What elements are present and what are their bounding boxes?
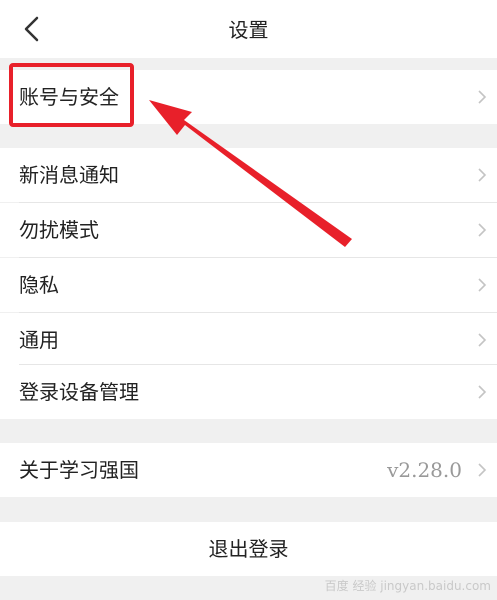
watermark-text: 百度 经验 jingyan.baidu.com [324, 579, 491, 593]
annotation-arrow-icon [149, 100, 352, 247]
